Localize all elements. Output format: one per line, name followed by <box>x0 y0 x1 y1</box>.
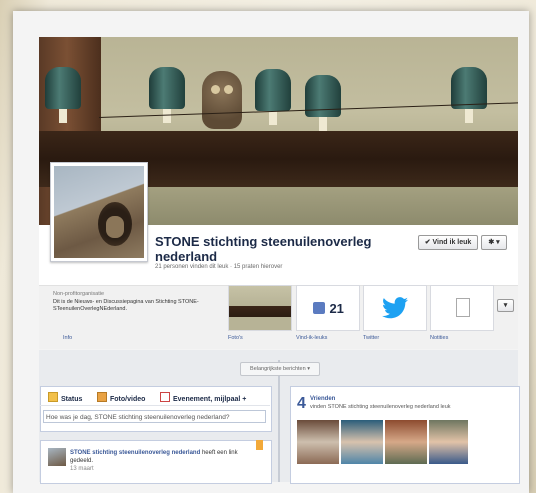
about-box[interactable]: Non-profitorganisatie Dit is de Nieuws- … <box>53 291 223 314</box>
post-date[interactable]: 13 maart <box>70 466 94 472</box>
calendar-icon <box>160 392 170 402</box>
page-description: Dit is de Nieuws- en Discussiepagina van… <box>53 298 199 313</box>
friends-heading[interactable]: Vrienden <box>310 396 335 402</box>
photo-icon <box>97 392 107 402</box>
twitter-tile[interactable] <box>363 285 427 331</box>
page-stats: 21 personen vinden dit leuk · 15 praten … <box>155 264 283 270</box>
chevron-down-icon: ▾ <box>503 302 508 309</box>
cover-insulator <box>305 75 341 131</box>
post-author[interactable]: STONE stichting steenuilenoverleg nederl… <box>70 450 200 456</box>
post-avatar[interactable] <box>48 448 66 466</box>
friends-subtitle: vinden STONE stichting steenuilenoverleg… <box>310 404 451 410</box>
cover-insulator <box>255 69 291 125</box>
page-category: Non-profitorganisatie <box>53 291 105 297</box>
thumbs-up-icon <box>313 302 325 314</box>
friend-photo[interactable] <box>341 420 383 464</box>
like-button[interactable]: ✔ Vind ik leuk <box>418 235 478 250</box>
friends-count: 4 <box>297 395 306 412</box>
cover-insulator <box>149 67 185 123</box>
likes-count: 21 <box>329 301 344 316</box>
bookmark-icon[interactable] <box>256 440 263 450</box>
tab-status[interactable]: Status <box>48 392 82 403</box>
timeline-spine <box>278 360 280 482</box>
friend-photo[interactable] <box>385 420 427 464</box>
note-icon <box>456 298 470 317</box>
likes-tile[interactable]: 21 <box>296 285 360 331</box>
post-header: STONE stichting steenuilenoverleg nederl… <box>70 449 260 465</box>
info-label[interactable]: Info <box>63 335 72 341</box>
cover-insulator <box>45 67 81 123</box>
photos-tile[interactable] <box>228 285 292 331</box>
notes-label[interactable]: Notities <box>430 335 448 341</box>
friend-photo[interactable] <box>429 420 468 464</box>
status-input[interactable]: Hoe was je dag, STONE stichting steenuil… <box>43 410 266 423</box>
settings-button[interactable]: ✱ ▾ <box>481 235 507 250</box>
notes-tile[interactable] <box>430 285 494 331</box>
status-icon <box>48 392 58 402</box>
page-title[interactable]: STONE stichting steenuilenoverleg nederl… <box>155 234 405 264</box>
photos-label[interactable]: Foto's <box>228 335 243 341</box>
more-tiles-button[interactable]: ▾ <box>497 299 514 312</box>
tab-photo-video[interactable]: Foto/video <box>97 392 145 403</box>
composer-divider <box>40 405 270 406</box>
twitter-label[interactable]: Twitter <box>363 335 379 341</box>
likes-label[interactable]: Vind-ik-leuks <box>296 335 327 341</box>
twitter-bird-icon <box>382 297 408 319</box>
tab-event[interactable]: Evenement, mijlpaal + <box>160 392 246 403</box>
friend-photo[interactable] <box>297 420 339 464</box>
cover-owl <box>202 71 242 129</box>
profile-picture[interactable] <box>50 162 148 262</box>
sort-posts-button[interactable]: Belangrijkste berichten ▾ <box>240 362 320 376</box>
